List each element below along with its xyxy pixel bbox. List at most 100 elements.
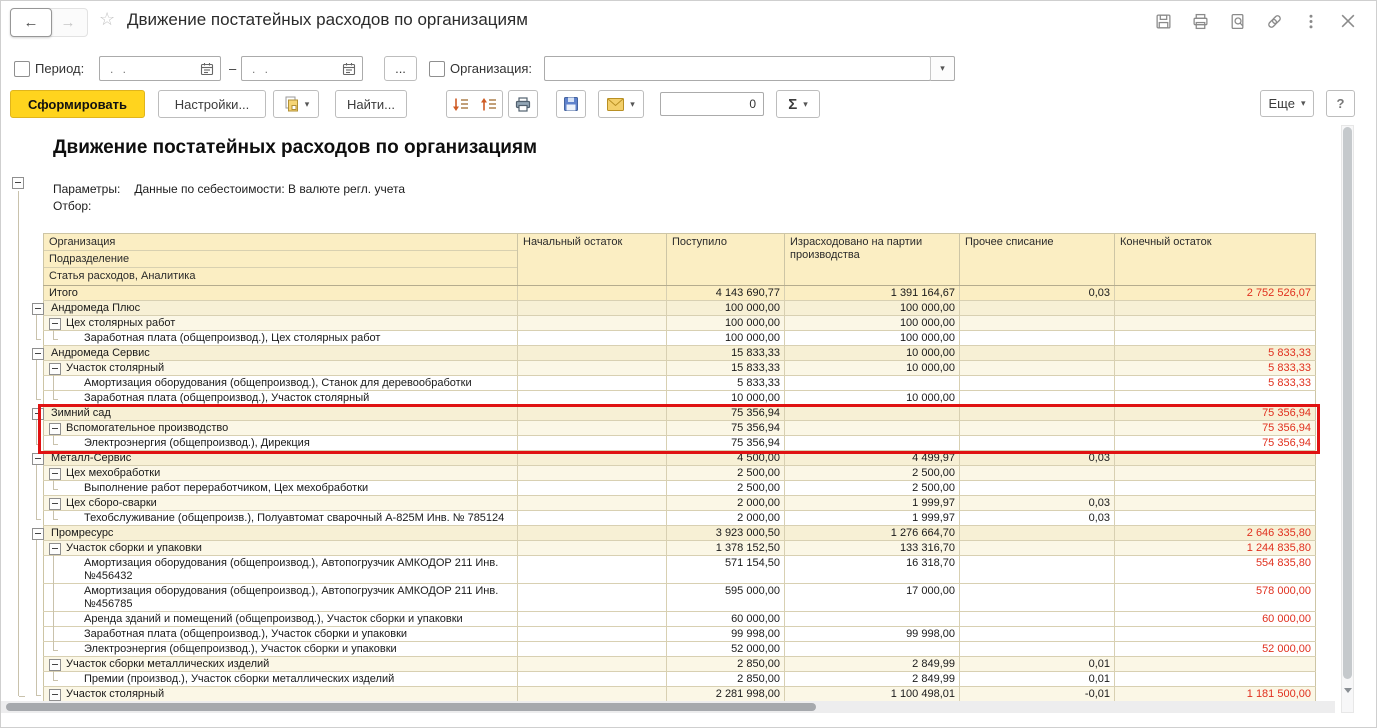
row-label[interactable]: Амортизация оборудования (общепроизвод.)… (43, 584, 518, 611)
cell-value[interactable]: 2 000,00 (667, 496, 785, 510)
vertical-scrollbar-thumb[interactable] (1343, 127, 1352, 679)
table-row[interactable]: Металл-Сервис 4 500,00 4 499,97 0,03 (32, 451, 1316, 466)
cell-value[interactable]: 100 000,00 (667, 301, 785, 315)
table-row[interactable]: Промресурс 3 923 000,50 1 276 664,70 2 646 … (32, 526, 1316, 541)
row-label[interactable]: Премии (производ.), Участок сборки метал… (43, 672, 518, 686)
table-row[interactable]: Участок сборки и упаковки 1 378 152,50 133… (43, 541, 1316, 556)
collapse-group-button[interactable] (32, 453, 44, 465)
cell-value[interactable] (518, 376, 667, 390)
cell-value[interactable] (785, 612, 960, 626)
cell-value[interactable]: 2 500,00 (785, 481, 960, 495)
row-label[interactable]: Заработная плата (общепроизвод.), Участо… (43, 391, 518, 405)
cell-value[interactable]: 16 318,70 (785, 556, 960, 583)
cell-value[interactable]: 3 923 000,50 (667, 526, 785, 540)
cell-value[interactable]: 4 500,00 (667, 451, 785, 465)
cell-value[interactable]: 571 154,50 (667, 556, 785, 583)
table-row[interactable]: Заработная плата (общепроизвод.), Цех ст… (43, 331, 1316, 346)
scroll-down-arrow-icon[interactable] (1344, 688, 1352, 693)
row-label[interactable]: Андромеда Плюс (32, 301, 518, 315)
cell-value[interactable] (518, 556, 667, 583)
period-more-button[interactable]: ... (384, 56, 417, 81)
cell-value[interactable] (960, 376, 1115, 390)
row-label[interactable]: Электроэнергия (общепроизвод.), Участок … (43, 642, 518, 656)
cell-value[interactable]: 0,01 (960, 657, 1115, 671)
cell-value[interactable] (1115, 331, 1316, 345)
table-row[interactable]: Заработная плата (общепроизвод.), Участо… (43, 391, 1316, 406)
cell-value[interactable]: 75 356,94 (1115, 421, 1316, 435)
table-row[interactable]: Электроэнергия (общепроизвод.), Дирекция… (43, 436, 1316, 451)
link-icon[interactable] (1265, 12, 1283, 30)
print-icon[interactable] (1191, 12, 1209, 30)
value-column-header[interactable]: Поступило (667, 234, 785, 285)
cell-value[interactable] (518, 511, 667, 525)
collapse-groups-button[interactable] (446, 90, 475, 118)
cell-value[interactable]: 15 833,33 (667, 361, 785, 375)
row-label[interactable]: Заработная плата (общепроизвод.), Участо… (43, 627, 518, 641)
value-column-header[interactable]: Конечный остаток (1115, 234, 1316, 285)
cell-value[interactable] (518, 672, 667, 686)
cell-value[interactable] (518, 331, 667, 345)
cell-value[interactable] (960, 436, 1115, 450)
organization-input[interactable] (544, 56, 931, 81)
cell-value[interactable] (518, 391, 667, 405)
cell-value[interactable]: 0,01 (960, 672, 1115, 686)
more-menu-icon[interactable] (1302, 12, 1320, 30)
row-label[interactable]: Амортизация оборудования (общепроизвод.)… (43, 376, 518, 390)
cell-value[interactable]: 52 000,00 (667, 642, 785, 656)
cell-value[interactable]: 17 000,00 (785, 584, 960, 611)
cell-value[interactable] (518, 642, 667, 656)
autosum-value-field[interactable]: 0 (660, 92, 764, 116)
cell-value[interactable]: 595 000,00 (667, 584, 785, 611)
collapse-group-button[interactable] (32, 303, 44, 315)
table-row[interactable]: Зимний сад 75 356,94 75 356,94 (32, 406, 1316, 421)
cell-value[interactable] (785, 642, 960, 656)
row-label[interactable]: Заработная плата (общепроизвод.), Цех ст… (43, 331, 518, 345)
cell-value[interactable]: 2 500,00 (667, 466, 785, 480)
cell-value[interactable] (960, 301, 1115, 315)
cell-value[interactable]: 2 849,99 (785, 672, 960, 686)
cell-value[interactable]: -0,01 (960, 687, 1115, 701)
cell-value[interactable]: 5 833,33 (1115, 376, 1316, 390)
cell-value[interactable]: 10 000,00 (785, 391, 960, 405)
cell-value[interactable] (960, 391, 1115, 405)
row-label[interactable]: Аренда зданий и помещений (общепроизвод.… (43, 612, 518, 626)
horizontal-scrollbar[interactable] (1, 701, 1335, 713)
row-label[interactable]: Амортизация оборудования (общепроизвод.)… (43, 556, 518, 583)
collapse-report-button[interactable] (12, 177, 24, 189)
collapse-group-button[interactable] (32, 408, 44, 420)
row-label[interactable]: Металл-Сервис (32, 451, 518, 465)
cell-value[interactable]: 5 833,33 (1115, 361, 1316, 375)
cell-value[interactable] (1115, 627, 1316, 641)
help-button[interactable]: ? (1326, 90, 1355, 117)
cell-value[interactable]: 75 356,94 (667, 421, 785, 435)
cell-value[interactable]: 100 000,00 (667, 331, 785, 345)
collapse-group-button[interactable] (49, 543, 61, 555)
cell-value[interactable] (785, 436, 960, 450)
find-button[interactable]: Найти... (335, 90, 407, 118)
table-row[interactable]: Участок сборки металлических изделий 2 85… (43, 657, 1316, 672)
cell-value[interactable]: 75 356,94 (667, 406, 785, 420)
value-column-header[interactable]: Прочее списание (960, 234, 1115, 285)
cell-value[interactable]: 5 833,33 (667, 376, 785, 390)
collapse-group-button[interactable] (49, 689, 61, 701)
cell-value[interactable]: 4 499,97 (785, 451, 960, 465)
table-row[interactable]: Электроэнергия (общепроизвод.), Участок … (43, 642, 1316, 657)
row-label[interactable]: Цех мехобработки (43, 466, 518, 480)
generate-button[interactable]: Сформировать (10, 90, 145, 118)
row-label[interactable]: Участок сборки и упаковки (43, 541, 518, 555)
cell-value[interactable]: 99 998,00 (667, 627, 785, 641)
cell-value[interactable]: 75 356,94 (667, 436, 785, 450)
name-header-line[interactable]: Организация (44, 234, 517, 251)
cell-value[interactable] (1115, 481, 1316, 495)
cell-value[interactable] (518, 361, 667, 375)
cell-value[interactable] (518, 301, 667, 315)
cell-value[interactable] (960, 466, 1115, 480)
cell-value[interactable]: 578 000,00 (1115, 584, 1316, 611)
cell-value[interactable]: 2 850,00 (667, 672, 785, 686)
organization-dropdown-button[interactable]: ▾ (930, 56, 955, 81)
cell-value[interactable] (518, 526, 667, 540)
table-row[interactable]: Андромеда Плюс 100 000,00 100 000,00 (32, 301, 1316, 316)
row-label[interactable]: Участок столярный (43, 361, 518, 375)
cell-value[interactable]: 133 316,70 (785, 541, 960, 555)
send-email-button[interactable]: ▾ (598, 90, 644, 118)
